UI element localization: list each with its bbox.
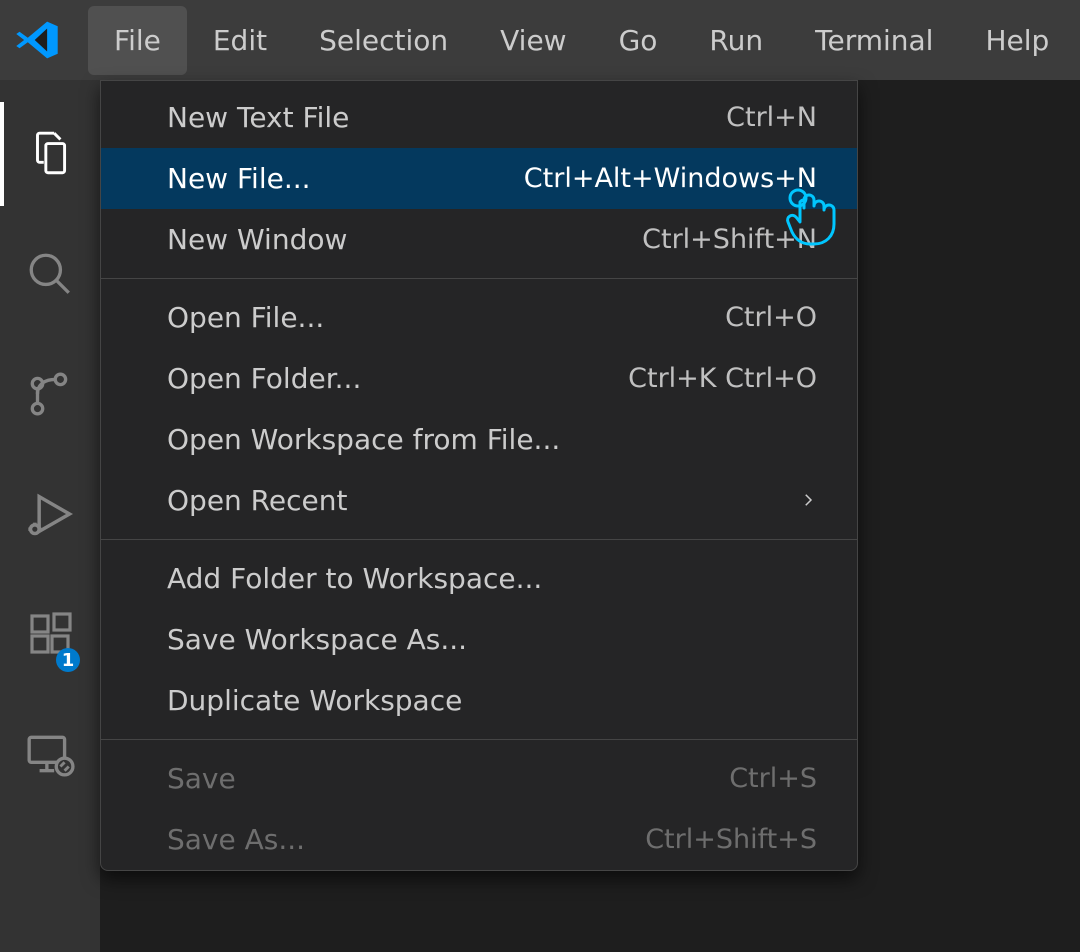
chevron-right-icon xyxy=(799,486,817,516)
activity-python[interactable] xyxy=(0,814,100,934)
menubar: File Edit Selection View Go Run Terminal… xyxy=(0,0,1080,80)
menu-separator xyxy=(101,539,857,540)
activity-search[interactable] xyxy=(0,214,100,334)
activity-remote-explorer[interactable] xyxy=(0,694,100,814)
menu-new-text-file[interactable]: New Text File Ctrl+N xyxy=(101,87,857,148)
menu-selection[interactable]: Selection xyxy=(293,6,474,75)
menu-row-label: Duplicate Workspace xyxy=(167,684,817,717)
menu-save-as[interactable]: Save As... Ctrl+Shift+S xyxy=(101,809,857,870)
menu-row-label: Open Folder... xyxy=(167,362,628,395)
vscode-logo-icon xyxy=(14,17,60,63)
menu-separator xyxy=(101,278,857,279)
menu-row-shortcut: Ctrl+N xyxy=(726,102,817,133)
menu-row-label: Open Workspace from File... xyxy=(167,423,817,456)
activity-explorer[interactable] xyxy=(0,94,100,214)
menu-edit[interactable]: Edit xyxy=(187,6,293,75)
menu-run-label: Run xyxy=(709,24,763,57)
menu-new-file[interactable]: New File... Ctrl+Alt+Windows+N xyxy=(101,148,857,209)
file-menu-dropdown: New Text File Ctrl+N New File... Ctrl+Al… xyxy=(100,80,858,871)
menu-view[interactable]: View xyxy=(474,6,592,75)
menu-duplicate-workspace[interactable]: Duplicate Workspace xyxy=(101,670,857,731)
menu-row-label: Open File... xyxy=(167,301,725,334)
activity-extensions[interactable]: 1 xyxy=(0,574,100,694)
activity-source-control[interactable] xyxy=(0,334,100,454)
activity-run-debug[interactable] xyxy=(0,454,100,574)
menu-row-label: Save xyxy=(167,762,729,795)
menu-row-shortcut: Ctrl+Alt+Windows+N xyxy=(524,163,817,194)
activity-bar: 1 xyxy=(0,80,100,952)
menu-row-shortcut: Ctrl+Shift+S xyxy=(645,824,817,855)
menu-row-shortcut: Ctrl+S xyxy=(729,763,817,794)
menu-run[interactable]: Run xyxy=(683,6,789,75)
menu-go[interactable]: Go xyxy=(593,6,684,75)
menu-row-shortcut: Ctrl+Shift+N xyxy=(642,224,817,255)
menu-row-label: Save Workspace As... xyxy=(167,623,817,656)
menu-help-label: Help xyxy=(985,24,1049,57)
menu-open-file[interactable]: Open File... Ctrl+O xyxy=(101,287,857,348)
menu-separator xyxy=(101,739,857,740)
menu-add-folder-to-workspace[interactable]: Add Folder to Workspace... xyxy=(101,548,857,609)
menu-row-label: New Text File xyxy=(167,101,726,134)
menu-row-shortcut: Ctrl+K Ctrl+O xyxy=(628,363,817,394)
menu-row-label: Save As... xyxy=(167,823,645,856)
menu-file[interactable]: File xyxy=(88,6,187,75)
menu-save[interactable]: Save Ctrl+S xyxy=(101,748,857,809)
menu-row-label: New File... xyxy=(167,162,524,195)
menu-new-window[interactable]: New Window Ctrl+Shift+N xyxy=(101,209,857,270)
menu-go-label: Go xyxy=(619,24,658,57)
menu-view-label: View xyxy=(500,24,566,57)
menu-terminal[interactable]: Terminal xyxy=(789,6,959,75)
menu-help[interactable]: Help xyxy=(959,6,1075,75)
menu-selection-label: Selection xyxy=(319,24,448,57)
menu-row-label: Open Recent xyxy=(167,484,799,517)
extensions-badge: 1 xyxy=(56,648,80,672)
menu-save-workspace-as[interactable]: Save Workspace As... xyxy=(101,609,857,670)
menu-file-label: File xyxy=(114,24,161,57)
menu-open-workspace-from-file[interactable]: Open Workspace from File... xyxy=(101,409,857,470)
menu-edit-label: Edit xyxy=(213,24,267,57)
menu-open-folder[interactable]: Open Folder... Ctrl+K Ctrl+O xyxy=(101,348,857,409)
menu-row-shortcut: Ctrl+O xyxy=(725,302,817,333)
menu-terminal-label: Terminal xyxy=(815,24,933,57)
menu-open-recent[interactable]: Open Recent xyxy=(101,470,857,531)
menu-row-label: New Window xyxy=(167,223,642,256)
menu-row-label: Add Folder to Workspace... xyxy=(167,562,817,595)
